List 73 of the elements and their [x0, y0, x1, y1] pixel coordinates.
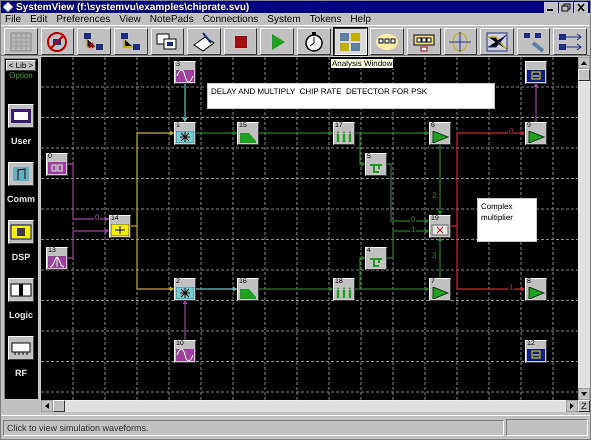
wire-label: 0	[410, 215, 416, 225]
status-text: Click to view simulation waveforms.	[3, 420, 504, 436]
window-title: SystemView (f:\systemvu\examples\chiprate.svu)	[16, 2, 250, 12]
library-icon[interactable]	[8, 220, 34, 244]
option-label: Option	[9, 71, 33, 80]
restore-button[interactable]	[559, 2, 573, 12]
menu-item[interactable]: NotePads	[150, 14, 194, 24]
sine-wave-icon	[176, 349, 194, 361]
zoom-button[interactable]: Z	[578, 400, 590, 412]
wire-label: 1	[410, 225, 416, 235]
star-icon	[176, 131, 194, 143]
library-label: Logic	[8, 310, 33, 320]
filter-icon	[238, 131, 257, 143]
plus-icon	[110, 224, 129, 236]
scroll-down-icon[interactable]	[578, 388, 590, 400]
scroll-thumb[interactable]	[578, 69, 590, 81]
library-label: DSP	[12, 252, 30, 262]
close-button[interactable]	[574, 2, 588, 12]
plot-icon	[484, 30, 510, 52]
wire-label: 3	[430, 251, 438, 261]
menu-item[interactable]: Tokens	[310, 14, 342, 24]
notepad-icon	[190, 30, 217, 52]
scroll-left-icon[interactable]	[41, 400, 53, 412]
triangle-icon	[526, 131, 545, 143]
scroll-thumb[interactable]	[53, 400, 65, 412]
library-icon[interactable]	[8, 278, 34, 302]
library-icon[interactable]	[8, 104, 34, 128]
menu-item[interactable]: Help	[350, 14, 371, 24]
scope-icon	[526, 70, 545, 82]
bars-icon	[334, 287, 353, 299]
wire-label: 2	[430, 191, 438, 201]
scroll-right-icon[interactable]	[566, 400, 578, 412]
triangle-icon	[526, 287, 545, 299]
minimize-button[interactable]	[544, 2, 558, 12]
cross-icon	[430, 224, 449, 236]
peak-icon	[48, 256, 66, 268]
note[interactable]: Complex multiplier	[476, 198, 537, 242]
library-button[interactable]: < Lib >	[6, 60, 36, 71]
ellipse-axes-icon	[447, 30, 474, 52]
note[interactable]: DELAY AND MULTIPLY CHIP RATE DETECTOR FOR PSK	[206, 83, 495, 109]
triangle-icon	[430, 287, 449, 299]
library-label: RF	[14, 368, 27, 378]
window-icon	[10, 107, 32, 125]
library-label: User	[10, 136, 31, 146]
wire-label: 0	[508, 127, 514, 137]
library-icon[interactable]	[8, 336, 34, 360]
scope-icon	[526, 349, 545, 361]
toolbar-button[interactable]	[334, 28, 368, 55]
arrows-icon	[557, 30, 584, 52]
sine-wave-icon	[176, 70, 194, 82]
chip-icon	[10, 223, 32, 241]
wire-label: 1	[508, 283, 514, 293]
menu-item[interactable]: System	[267, 14, 301, 24]
horizontal-scrollbar[interactable]	[41, 400, 578, 412]
diagram-block[interactable]	[524, 61, 547, 84]
menu-item[interactable]: Edit	[30, 14, 48, 24]
tooltip: Analysis Window	[330, 58, 394, 69]
triangle-icon	[430, 131, 449, 143]
star-icon	[176, 287, 194, 299]
menu-item[interactable]: View	[119, 14, 141, 24]
wire-label: 0	[94, 213, 100, 223]
vertical-scrollbar[interactable]	[578, 57, 590, 400]
menu-item[interactable]: File	[5, 14, 22, 24]
bars-icon	[334, 131, 353, 143]
menu-item[interactable]: Preferences	[56, 14, 110, 24]
library-icon[interactable]	[8, 162, 34, 186]
scroll-up-icon[interactable]	[578, 57, 590, 69]
square-wave-icon	[48, 162, 66, 174]
library-label: Comm	[6, 194, 35, 204]
logic-icon	[10, 281, 32, 299]
filter-icon	[238, 287, 257, 299]
menu-item[interactable]: Connections	[202, 14, 258, 24]
grid-icon	[8, 30, 34, 52]
